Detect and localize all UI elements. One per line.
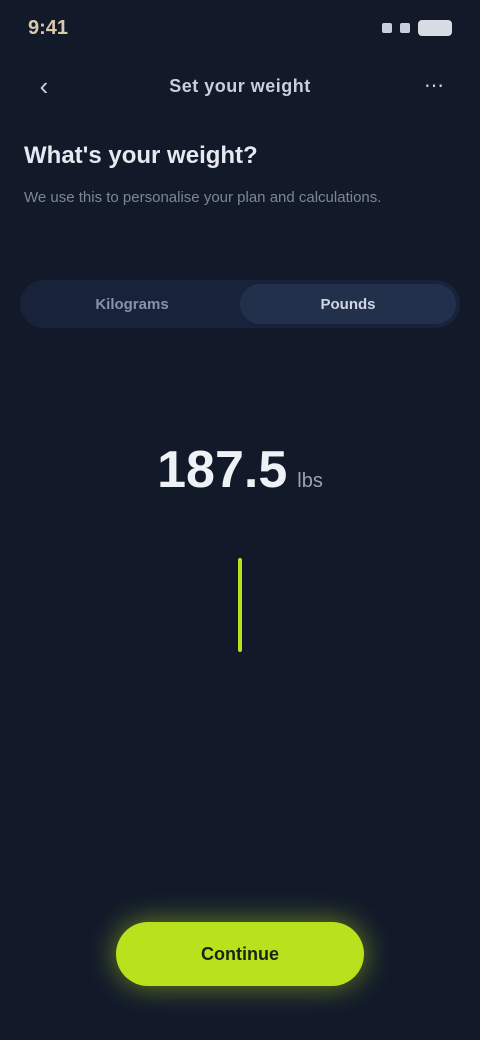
weight-value: 187.5 bbox=[157, 441, 288, 499]
section-description: We use this to personalise your plan and… bbox=[24, 189, 382, 206]
weight-dial[interactable] bbox=[0, 540, 480, 760]
chevron-left-icon: ‹ bbox=[39, 71, 49, 101]
unit-segmented-control: Kilograms Pounds bbox=[20, 280, 460, 328]
status-time: 9:41 bbox=[28, 16, 69, 39]
more-icon: ⋯ bbox=[424, 75, 444, 97]
weight-readout: 187.5 lbs bbox=[0, 440, 480, 520]
unit-option-pounds[interactable]: Pounds bbox=[240, 284, 456, 324]
section-heading: What's your weight? bbox=[24, 142, 258, 169]
continue-button[interactable]: Continue bbox=[116, 922, 364, 986]
status-bar: 9:41 bbox=[0, 0, 480, 56]
weight-unit: lbs bbox=[297, 470, 323, 492]
unit-option-kilograms[interactable]: Kilograms bbox=[24, 284, 240, 324]
battery-icon bbox=[418, 20, 452, 36]
page-title: Set your weight bbox=[169, 75, 311, 96]
nav-bar: ‹ Set your weight ⋯ bbox=[0, 60, 480, 112]
wifi-icon bbox=[400, 23, 410, 33]
back-button[interactable]: ‹ bbox=[26, 72, 62, 100]
status-icons bbox=[382, 20, 452, 36]
more-button[interactable]: ⋯ bbox=[416, 72, 452, 100]
signal-icon bbox=[382, 23, 392, 33]
